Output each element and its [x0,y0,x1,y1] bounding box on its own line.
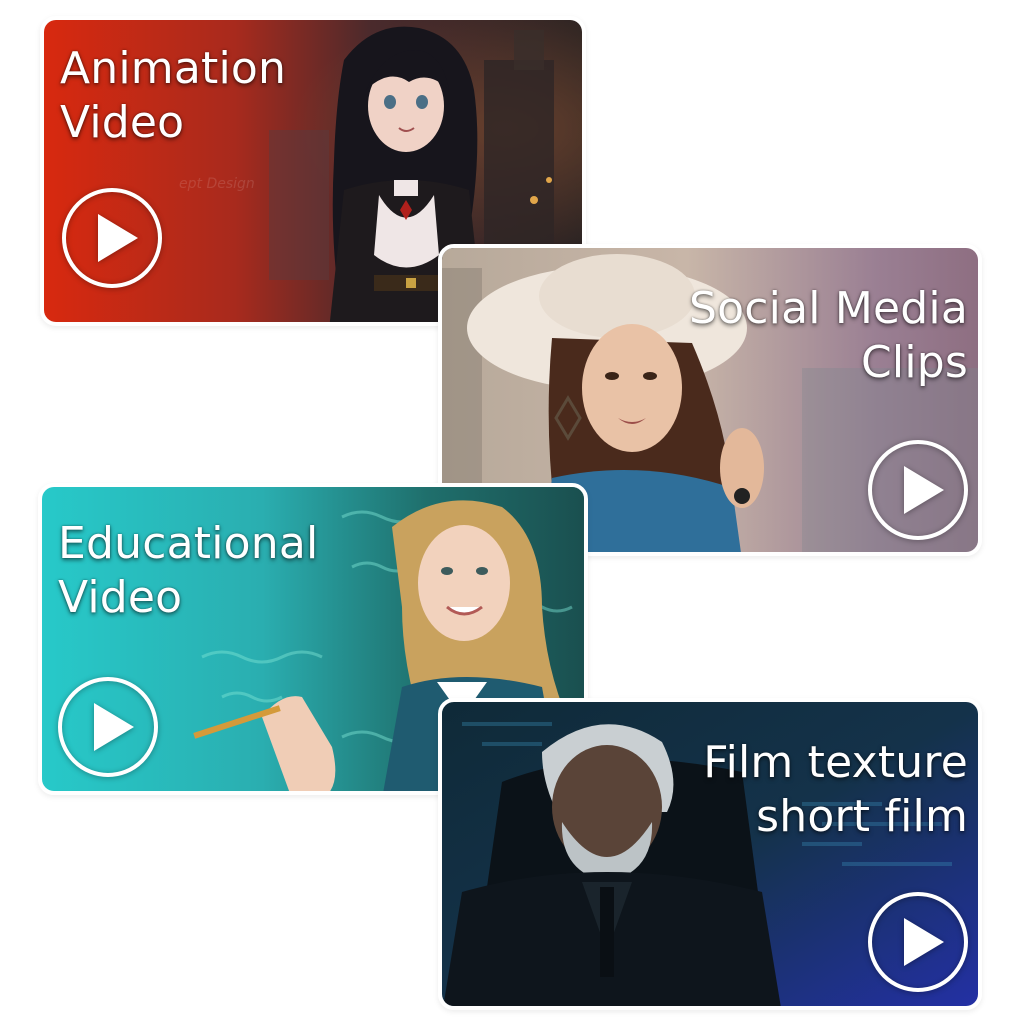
play-button[interactable] [868,892,968,992]
play-icon [98,214,138,262]
card-title: Educational Video [58,518,319,623]
card-title: Social Media Clips [689,283,968,388]
card-title: Film texture short film [703,737,968,842]
play-button[interactable] [58,677,158,777]
svg-text:ept Design: ept Design [179,176,255,192]
play-icon [904,918,944,966]
play-button[interactable] [868,440,968,540]
video-category-collage: ept Design Animation Video Social Media … [0,0,1024,1024]
card-title: Animation Video [60,43,287,148]
play-button[interactable] [62,188,162,288]
play-icon [904,466,944,514]
film-texture-short-film-card[interactable]: Film texture short film [438,698,982,1010]
play-icon [94,703,134,751]
